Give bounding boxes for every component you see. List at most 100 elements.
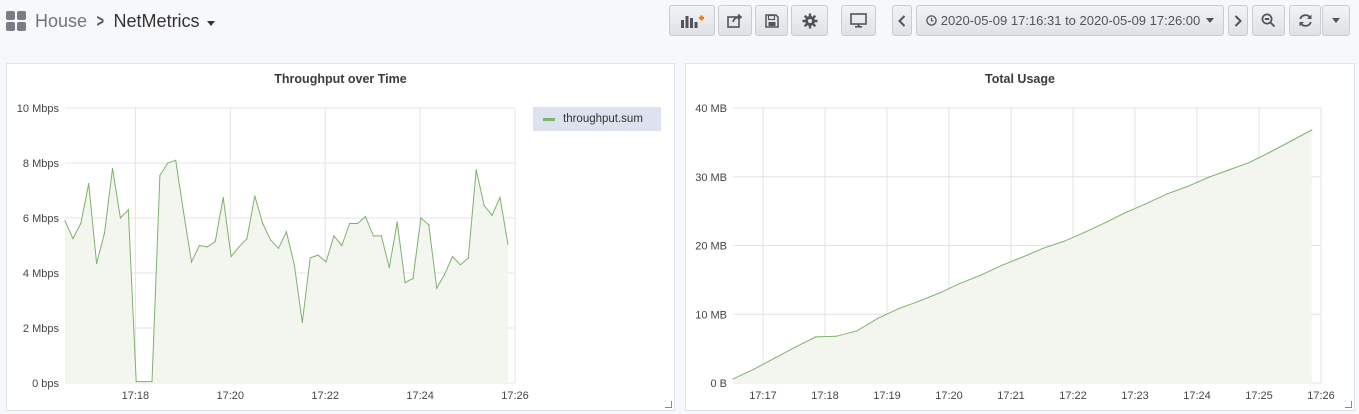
- apps-icon[interactable]: [6, 11, 26, 31]
- data-point: [341, 244, 343, 247]
- time-shift-forward-button[interactable]: [1228, 5, 1248, 36]
- chevron-right-icon: >: [96, 10, 104, 31]
- data-point: [96, 262, 98, 264]
- data-point: [270, 239, 272, 241]
- data-point: [119, 217, 121, 219]
- data-point: [794, 346, 796, 348]
- data-point: [80, 222, 82, 225]
- data-point: [404, 282, 406, 284]
- x-tick-label: 17:26: [501, 390, 529, 402]
- data-point: [111, 167, 114, 170]
- data-point: [1021, 256, 1023, 258]
- y-tick-label: 8 Mbps: [23, 158, 60, 170]
- data-point: [1228, 169, 1230, 171]
- caret-down-icon[interactable]: [206, 21, 215, 26]
- data-point: [475, 169, 477, 171]
- data-point: [183, 211, 185, 214]
- data-point: [483, 205, 485, 207]
- data-point: [428, 224, 430, 226]
- x-tick-label: 17:19: [873, 390, 901, 402]
- data-point: [206, 246, 208, 248]
- series-area: [733, 130, 1312, 383]
- time-shift-back-button[interactable]: [892, 5, 912, 36]
- x-tick-label: 17:17: [749, 390, 777, 402]
- x-tick-label: 17:24: [406, 390, 434, 402]
- data-point: [325, 261, 327, 263]
- data-point: [380, 235, 382, 237]
- x-tick-label: 17:18: [811, 390, 839, 402]
- data-point: [491, 214, 493, 216]
- breadcrumb: House > NetMetrics: [6, 8, 215, 34]
- data-point: [773, 357, 775, 359]
- zoom-out-icon: [1261, 13, 1276, 28]
- total-usage-chart[interactable]: 0 B 10 MB 20 MB 30 MB 40 MB 17:17 17:18 17:19 17…: [686, 64, 1356, 412]
- data-point: [285, 231, 287, 233]
- data-point: [364, 216, 367, 218]
- data-point: [1001, 264, 1003, 266]
- data-point: [1311, 129, 1313, 131]
- x-tick-label: 17:25: [1245, 390, 1273, 402]
- data-point: [444, 273, 446, 275]
- x-tick-label: 17:21: [997, 390, 1025, 402]
- y-tick-label: 30 MB: [695, 172, 727, 184]
- data-point: [262, 222, 264, 225]
- panel-resize-handle[interactable]: [1345, 401, 1352, 408]
- y-tick-label: 6 Mbps: [23, 213, 60, 225]
- data-point: [333, 235, 335, 237]
- y-tick-label: 40 MB: [695, 103, 727, 115]
- data-point: [309, 257, 311, 259]
- data-point: [293, 264, 295, 266]
- share-button[interactable]: [718, 5, 752, 36]
- data-point: [1042, 247, 1044, 249]
- add-panel-button[interactable]: [669, 5, 715, 36]
- data-point: [856, 330, 858, 332]
- data-point: [436, 287, 438, 289]
- data-point: [277, 247, 280, 249]
- legend-series-label[interactable]: throughput.sum: [563, 113, 643, 125]
- data-point: [72, 238, 74, 240]
- total-usage-panel: Total Usage 0 B 10 MB 20 MB 30 MB 40 MB 17:17…: [685, 63, 1355, 411]
- data-point: [1187, 185, 1189, 187]
- data-point: [732, 378, 734, 380]
- data-point: [1063, 240, 1065, 242]
- data-point: [1125, 211, 1127, 214]
- y-tick-label: 10 MB: [695, 309, 727, 321]
- data-point: [88, 183, 90, 185]
- data-point: [214, 240, 216, 242]
- panel-resize-handle[interactable]: [665, 401, 672, 408]
- time-range-picker[interactable]: 2020-05-09 17:16:31 to 2020-05-09 17:26:…: [916, 5, 1224, 36]
- settings-button[interactable]: [791, 5, 828, 36]
- refresh-button[interactable]: [1289, 5, 1321, 36]
- zoom-out-button[interactable]: [1252, 5, 1285, 36]
- data-point: [1145, 203, 1147, 205]
- dashboard-title[interactable]: NetMetrics: [114, 11, 200, 32]
- x-tick-label: 17:22: [311, 390, 339, 402]
- y-tick-label: 20 MB: [695, 241, 727, 253]
- data-point: [167, 162, 169, 164]
- data-point: [1166, 193, 1168, 195]
- tv-mode-button[interactable]: [841, 5, 876, 36]
- data-point: [317, 254, 319, 256]
- x-tick-label: 17:24: [1183, 390, 1211, 402]
- x-tick-label: 17:23: [1121, 390, 1149, 402]
- save-button[interactable]: [755, 5, 788, 36]
- data-point: [939, 292, 941, 294]
- x-tick-label: 17:22: [1059, 390, 1087, 402]
- data-point: [301, 321, 303, 324]
- data-point: [349, 222, 351, 225]
- data-point: [190, 261, 193, 263]
- data-point: [897, 308, 899, 310]
- share-icon: [727, 13, 743, 28]
- folder-link[interactable]: House: [35, 11, 87, 32]
- data-point: [412, 277, 414, 280]
- settings-icon: [802, 13, 817, 28]
- y-tick-label: 4 Mbps: [23, 268, 60, 280]
- data-point: [1249, 161, 1251, 163]
- y-tick-label: 10 Mbps: [17, 103, 60, 115]
- chevron-left-icon: [898, 14, 906, 27]
- data-point: [198, 244, 200, 247]
- refresh-interval-button[interactable]: [1322, 5, 1350, 36]
- data-point: [388, 266, 390, 269]
- data-point: [222, 196, 224, 198]
- refresh-icon: [1298, 14, 1312, 27]
